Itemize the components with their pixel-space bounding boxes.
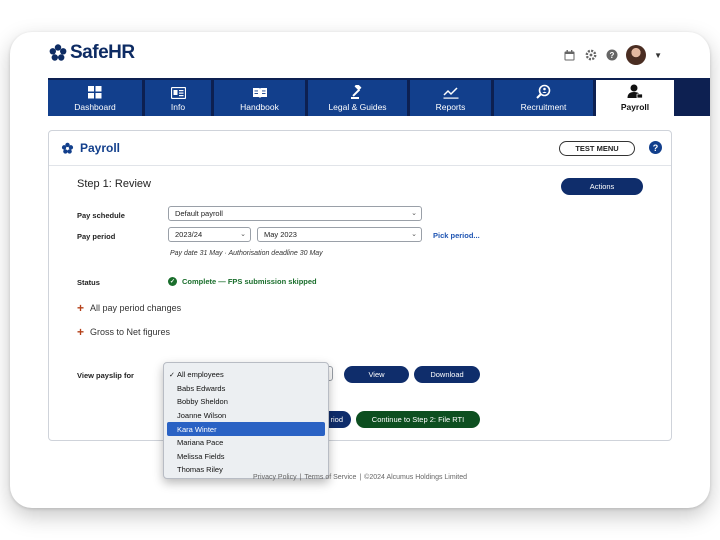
search-icon bbox=[536, 84, 551, 99]
help-icon[interactable]: ? bbox=[605, 49, 618, 62]
panel-title-text: Payroll bbox=[80, 141, 121, 155]
dropdown-option[interactable]: Bobby Sheldon bbox=[164, 395, 328, 409]
avatar[interactable] bbox=[626, 45, 647, 65]
dropdown-option[interactable]: All employees bbox=[164, 368, 328, 382]
copyright-text: ©2024 Alcumus Holdings Limited bbox=[364, 474, 467, 481]
chevron-down-icon: ⌄ bbox=[240, 231, 246, 238]
privacy-policy-link[interactable]: Privacy Policy bbox=[253, 474, 297, 481]
pay-dates-text: Pay date 31 May · Authorisation deadline… bbox=[170, 250, 323, 257]
tab-handbook[interactable]: Handbook bbox=[214, 80, 305, 116]
book-icon bbox=[252, 88, 267, 98]
plus-icon: + bbox=[77, 300, 85, 315]
tab-label: Payroll bbox=[620, 102, 650, 112]
pay-period-label: Pay period bbox=[77, 232, 116, 241]
dropdown-option[interactable]: Babs Edwards bbox=[164, 382, 328, 396]
dropdown-option-highlighted[interactable]: Kara Winter bbox=[167, 422, 325, 436]
expander-label: All pay period changes bbox=[90, 303, 182, 313]
pick-period-link[interactable]: Pick period... bbox=[433, 231, 480, 240]
top-icons: ? ▼ bbox=[563, 45, 662, 65]
tab-label: Info bbox=[170, 102, 186, 112]
logo[interactable]: SafeHR bbox=[48, 42, 135, 64]
panel-title: Payroll bbox=[61, 141, 120, 155]
pay-month-value: May 2023 bbox=[264, 230, 297, 239]
pay-schedule-value: Default payroll bbox=[175, 209, 223, 218]
tab-label: Legal & Guides bbox=[328, 102, 387, 112]
svg-text:?: ? bbox=[609, 51, 614, 60]
status-label: Status bbox=[77, 278, 100, 287]
main-navigation: Dashboard Info Handbook Legal & Guides R… bbox=[48, 78, 710, 116]
expander-gross-to-net[interactable]: + Gross to Net figures bbox=[77, 324, 171, 339]
footer: Privacy Policy | Terms of Service | ©202… bbox=[253, 474, 467, 481]
tab-label: Dashboard bbox=[74, 102, 116, 112]
dashboard-icon bbox=[88, 86, 102, 99]
tab-label: Handbook bbox=[240, 102, 279, 112]
top-bar: SafeHR ? ▼ bbox=[10, 32, 710, 78]
test-menu-button[interactable]: TEST MENU bbox=[559, 141, 635, 156]
payslip-dropdown-menu: All employees Babs Edwards Bobby Sheldon… bbox=[163, 362, 329, 479]
gavel-icon bbox=[350, 85, 361, 99]
chevron-down-icon: ⌄ bbox=[411, 210, 417, 217]
view-payslip-label: View payslip for bbox=[77, 371, 134, 380]
terms-of-service-link[interactable]: Terms of Service bbox=[304, 474, 356, 481]
check-circle-icon: ✓ bbox=[168, 277, 177, 286]
tab-info[interactable]: Info bbox=[145, 80, 211, 116]
divider bbox=[49, 165, 671, 166]
help-icon[interactable]: ? bbox=[649, 141, 662, 154]
actions-button[interactable]: Actions bbox=[561, 178, 643, 195]
payroll-panel: Payroll TEST MENU ? Step 1: Review Actio… bbox=[48, 130, 672, 441]
dropdown-option[interactable]: Joanne Wilson bbox=[164, 409, 328, 423]
tab-legal-guides[interactable]: Legal & Guides bbox=[308, 80, 407, 116]
status-value: ✓ Complete — FPS submission skipped bbox=[168, 277, 317, 286]
expander-all-pay-period-changes[interactable]: + All pay period changes bbox=[77, 300, 182, 315]
chevron-down-icon: ⌄ bbox=[411, 231, 417, 238]
status-text: Complete — FPS submission skipped bbox=[182, 277, 317, 286]
payroll-flower-icon bbox=[61, 142, 74, 154]
pay-year-select[interactable]: 2023/24 ⌄ bbox=[168, 227, 251, 242]
continue-step-2-button[interactable]: Continue to Step 2: File RTI bbox=[356, 411, 480, 428]
pay-schedule-select[interactable]: Default payroll ⌄ bbox=[168, 206, 422, 221]
dropdown-option[interactable]: Mariana Pace bbox=[164, 436, 328, 450]
pay-schedule-label: Pay schedule bbox=[77, 211, 125, 220]
plus-icon: + bbox=[77, 324, 85, 339]
logo-flower-icon bbox=[49, 44, 67, 61]
tab-recruitment[interactable]: Recruitment bbox=[494, 80, 593, 116]
tab-reports[interactable]: Reports bbox=[410, 80, 491, 116]
calendar-icon[interactable] bbox=[563, 49, 576, 62]
view-button[interactable]: View bbox=[344, 366, 409, 383]
tab-payroll[interactable]: Payroll bbox=[596, 80, 674, 116]
info-icon bbox=[170, 87, 186, 99]
tab-label: Recruitment bbox=[520, 102, 567, 112]
chart-icon bbox=[442, 87, 458, 99]
pay-year-value: 2023/24 bbox=[175, 230, 203, 239]
app-window: SafeHR ? ▼ Dashboard Info Handbook Legal… bbox=[10, 32, 710, 508]
tab-label: Reports bbox=[435, 102, 466, 112]
dropdown-option[interactable]: Melissa Fields bbox=[164, 450, 328, 464]
gear-icon[interactable] bbox=[584, 49, 597, 62]
pay-month-select[interactable]: May 2023 ⌄ bbox=[257, 227, 422, 242]
chevron-down-icon[interactable]: ▼ bbox=[654, 51, 662, 60]
expander-label: Gross to Net figures bbox=[90, 327, 171, 337]
person-icon bbox=[627, 84, 643, 99]
step-title: Step 1: Review bbox=[77, 178, 151, 190]
tab-dashboard[interactable]: Dashboard bbox=[48, 80, 142, 116]
download-button[interactable]: Download bbox=[414, 366, 480, 383]
logo-text: SafeHR bbox=[70, 42, 135, 63]
